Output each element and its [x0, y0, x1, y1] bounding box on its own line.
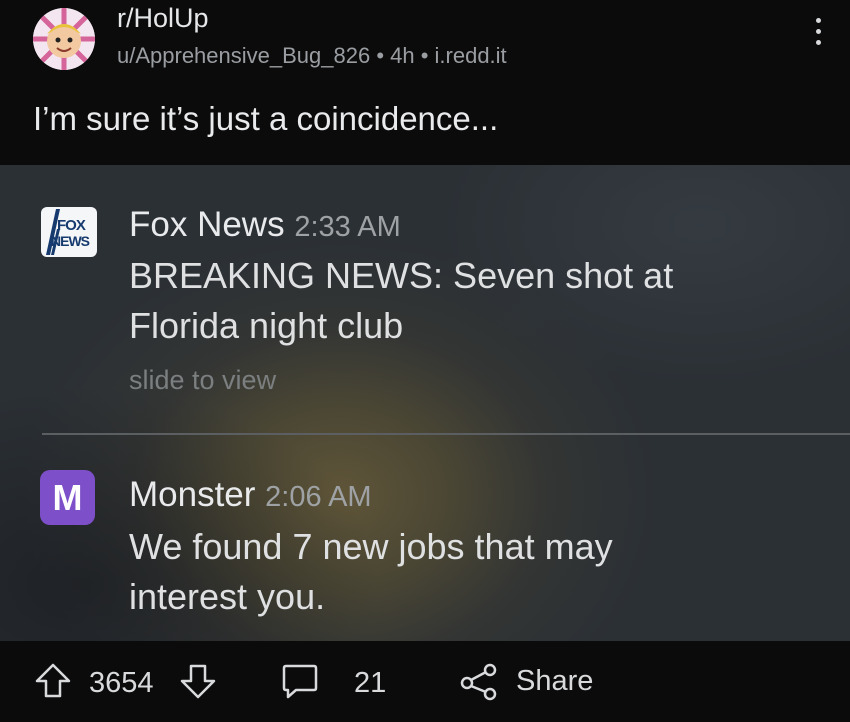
monster-body-line2: interest you. [129, 576, 326, 617]
more-vertical-icon [815, 18, 821, 23]
comment-count[interactable]: 21 [354, 667, 386, 700]
downvote-button[interactable] [178, 661, 218, 701]
downvote-icon [180, 664, 216, 699]
subreddit-avatar[interactable] [33, 8, 95, 70]
fox-time: 2:33 AM [294, 211, 401, 243]
monster-app-label: Monster [129, 475, 256, 514]
slide-to-view-hint: slide to view [129, 365, 277, 395]
monster-logo: M [40, 470, 95, 525]
share-button[interactable]: Share [458, 661, 593, 701]
share-label: Share [516, 664, 594, 697]
fox-news-logo: FOX NEWS [41, 207, 97, 257]
monster-notification-body: We found 7 new jobs that may interest yo… [129, 522, 613, 622]
notification-divider [42, 433, 850, 435]
post-action-bar: 3654 21 Share [0, 641, 850, 722]
comment-icon [282, 664, 318, 699]
post-image[interactable]: FOX NEWS Fox News 2:33 AM BREAKING NEWS:… [0, 165, 850, 641]
subreddit-name[interactable]: r/HolUp [117, 3, 209, 34]
fox-logo-text: FOX [57, 217, 86, 234]
notification-app-name: Fox News 2:33 AM [129, 205, 401, 245]
fox-app-label: Fox News [129, 205, 285, 244]
vote-count: 3654 [89, 667, 154, 699]
share-icon [460, 663, 497, 701]
notification-app-name: Monster 2:06 AM [129, 475, 372, 515]
post-meta[interactable]: u/Apprehensive_Bug_826 • 4h • i.redd.it [117, 43, 507, 69]
avatar-icon [33, 8, 95, 70]
upvote-button[interactable] [33, 661, 73, 701]
fox-body-line1: BREAKING NEWS: Seven shot at [129, 255, 674, 296]
more-options-button[interactable] [806, 18, 830, 54]
post-title[interactable]: I’m sure it’s just a coincidence... [33, 100, 498, 138]
fox-body-line2: Florida night club [129, 305, 404, 346]
upvote-icon [35, 663, 71, 698]
monster-time: 2:06 AM [265, 481, 372, 513]
monster-body-line1: We found 7 new jobs that may [129, 526, 613, 567]
comments-button[interactable] [280, 661, 320, 701]
fox-notification-body: BREAKING NEWS: Seven shot at Florida nig… [129, 251, 673, 351]
news-logo-text: NEWS [51, 233, 90, 249]
post-header: r/HolUp u/Apprehensive_Bug_826 • 4h • i.… [0, 0, 850, 165]
